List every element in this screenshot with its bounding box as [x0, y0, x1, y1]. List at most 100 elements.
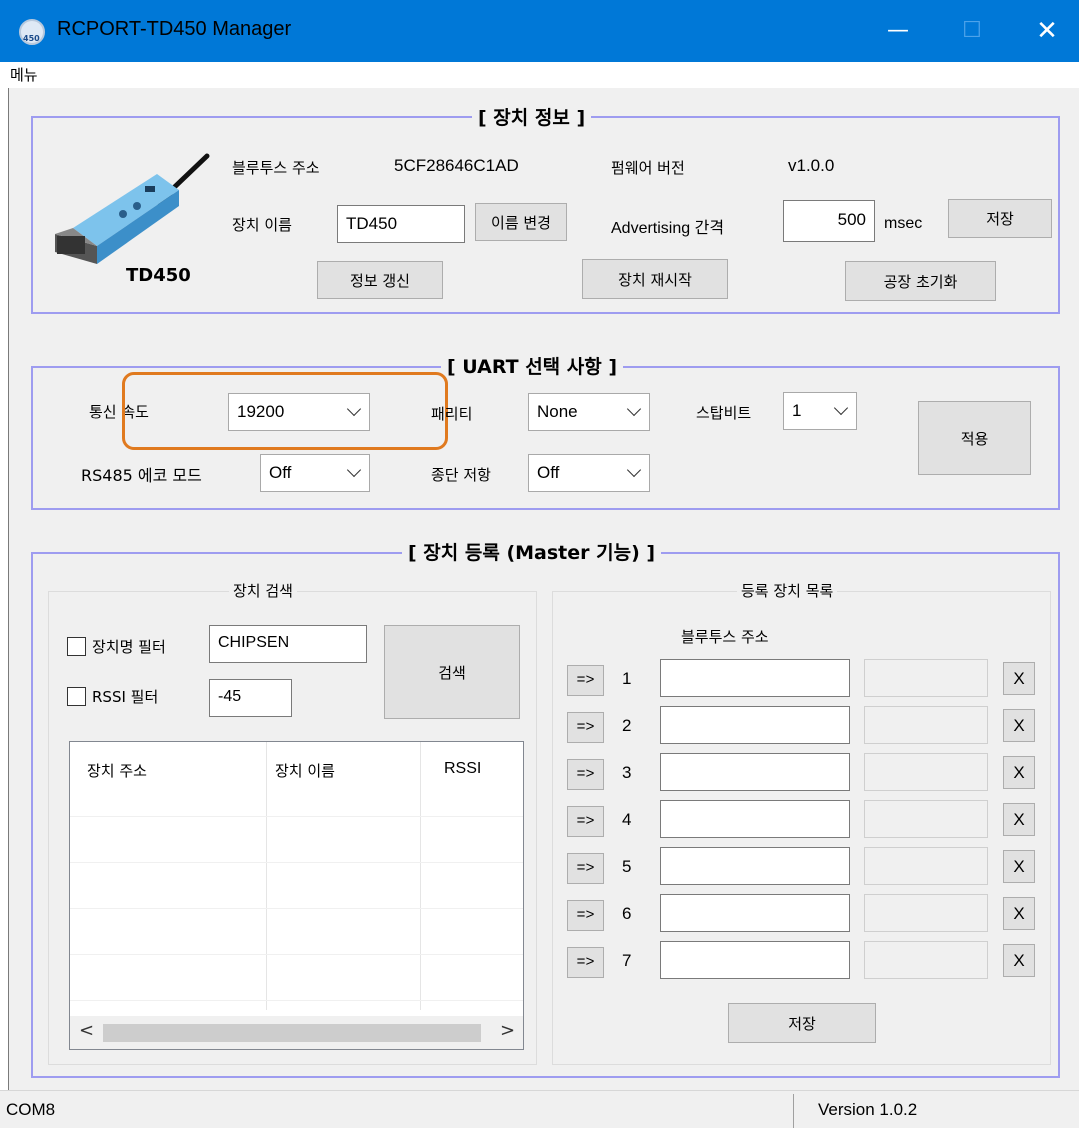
window-title: RCPORT-TD450 Manager — [57, 18, 292, 40]
registered-address-input[interactable] — [660, 941, 850, 979]
factory-reset-button[interactable]: 공장 초기화 — [845, 261, 996, 301]
device-name-input[interactable]: TD450 — [337, 205, 465, 243]
row-number: 4 — [622, 810, 632, 829]
registered-address-input[interactable] — [660, 894, 850, 932]
assign-button[interactable]: => — [567, 947, 604, 978]
highlight-box — [122, 372, 448, 450]
echo-select-value: Off — [269, 463, 292, 482]
termination-label: 종단 저항 — [431, 466, 491, 484]
name-filter-label[interactable]: 장치명 필터 — [92, 636, 166, 657]
column-header-rssi[interactable]: RSSI — [444, 760, 481, 778]
adv-interval-label: Advertising 간격 — [611, 220, 725, 237]
row-line — [70, 954, 523, 955]
rssi-filter-label[interactable]: RSSI 필터 — [92, 686, 158, 707]
chevron-down-icon — [833, 400, 849, 416]
device-list[interactable]: 장치 주소 장치 이름 RSSI < > — [69, 741, 524, 1050]
device-image-label: TD450 — [126, 265, 191, 286]
assign-button[interactable]: => — [567, 853, 604, 884]
row-number: 7 — [622, 951, 632, 970]
echo-label: RS485 에코 모드 — [81, 466, 202, 485]
registered-subgroup-title: 등록 장치 목록 — [737, 580, 838, 601]
column-divider — [420, 742, 421, 1010]
device-name-label: 장치 이름 — [232, 216, 292, 234]
row-number: 2 — [622, 716, 632, 735]
close-button[interactable]: ✕ — [1017, 0, 1077, 62]
menu-item-main[interactable]: 메뉴 — [10, 64, 38, 85]
registered-name-field — [864, 706, 988, 744]
scroll-right-icon[interactable]: > — [500, 1020, 515, 1041]
search-button[interactable]: 검색 — [384, 625, 520, 719]
device-save-button[interactable]: 저장 — [948, 199, 1052, 238]
adv-unit-label: msec — [884, 215, 923, 232]
chevron-down-icon — [626, 401, 642, 417]
firmware-value: v1.0.0 — [788, 156, 835, 175]
column-header-name[interactable]: 장치 이름 — [275, 760, 335, 781]
remove-button[interactable]: X — [1003, 897, 1035, 930]
assign-button[interactable]: => — [567, 900, 604, 931]
rename-button[interactable]: 이름 변경 — [475, 203, 567, 241]
restart-device-button[interactable]: 장치 재시작 — [582, 259, 728, 299]
termination-select-value: Off — [537, 463, 560, 482]
remove-button[interactable]: X — [1003, 803, 1035, 836]
refresh-info-button[interactable]: 정보 갱신 — [317, 261, 443, 299]
registered-name-field — [864, 847, 988, 885]
rssi-filter-input[interactable]: -45 — [209, 679, 292, 717]
scroll-left-icon[interactable]: < — [79, 1020, 94, 1041]
menu-bar — [0, 62, 1079, 88]
bt-address-value: 5CF28646C1AD — [394, 156, 519, 175]
registered-address-input[interactable] — [660, 800, 850, 838]
stopbit-select-value: 1 — [792, 401, 802, 420]
remove-button[interactable]: X — [1003, 756, 1035, 789]
scrollbar-thumb[interactable] — [103, 1024, 481, 1042]
minimize-button[interactable]: — — [868, 0, 928, 62]
rssi-filter-checkbox[interactable] — [67, 687, 86, 706]
apply-button[interactable]: 적용 — [918, 401, 1031, 475]
register-title: [ 장치 등록 (Master 기능) ] — [402, 538, 662, 565]
parity-label: 패리티 — [431, 405, 473, 423]
name-filter-input[interactable]: CHIPSEN — [209, 625, 367, 663]
termination-select[interactable]: Off — [528, 454, 650, 492]
adv-interval-input[interactable]: 500 — [783, 200, 875, 242]
parity-select-value: None — [537, 402, 578, 421]
register-title-bold: Master — [515, 542, 590, 564]
registered-address-input[interactable] — [660, 659, 850, 697]
bt-address-label: 블루투스 주소 — [232, 159, 320, 177]
firmware-label: 펌웨어 버전 — [611, 159, 685, 177]
row-line — [70, 1000, 523, 1001]
echo-select[interactable]: Off — [260, 454, 370, 492]
uart-title: [ UART 선택 사항 ] — [441, 352, 624, 379]
column-divider — [266, 742, 267, 1010]
row-line — [70, 862, 523, 863]
window-border — [8, 88, 9, 1128]
search-subgroup-title: 장치 검색 — [229, 580, 297, 601]
chevron-down-icon — [626, 462, 642, 478]
registered-address-input[interactable] — [660, 847, 850, 885]
maximize-button[interactable]: ☐ — [942, 0, 1002, 62]
stopbit-select[interactable]: 1 — [783, 392, 857, 430]
column-header-address[interactable]: 장치 주소 — [87, 760, 147, 781]
horizontal-scrollbar[interactable]: < > — [70, 1016, 523, 1049]
bt-address-header: 블루투스 주소 — [681, 628, 769, 646]
register-title-prefix: [ 장치 등록 ( — [408, 542, 516, 564]
remove-button[interactable]: X — [1003, 709, 1035, 742]
assign-button[interactable]: => — [567, 759, 604, 790]
device-info-title: [ 장치 정보 ] — [472, 103, 592, 130]
chevron-down-icon — [346, 462, 362, 478]
status-port: COM8 — [6, 1100, 56, 1119]
registered-name-field — [864, 941, 988, 979]
registered-address-input[interactable] — [660, 753, 850, 791]
remove-button[interactable]: X — [1003, 944, 1035, 977]
assign-button[interactable]: => — [567, 712, 604, 743]
registered-name-field — [864, 800, 988, 838]
name-filter-checkbox[interactable] — [67, 637, 86, 656]
status-version: Version 1.0.2 — [818, 1100, 918, 1119]
registered-address-input[interactable] — [660, 706, 850, 744]
parity-select[interactable]: None — [528, 393, 650, 431]
assign-button[interactable]: => — [567, 806, 604, 837]
remove-button[interactable]: X — [1003, 850, 1035, 883]
stopbit-label: 스탑비트 — [696, 404, 752, 422]
assign-button[interactable]: => — [567, 665, 604, 696]
row-line — [70, 908, 523, 909]
registered-save-button[interactable]: 저장 — [728, 1003, 876, 1043]
remove-button[interactable]: X — [1003, 662, 1035, 695]
